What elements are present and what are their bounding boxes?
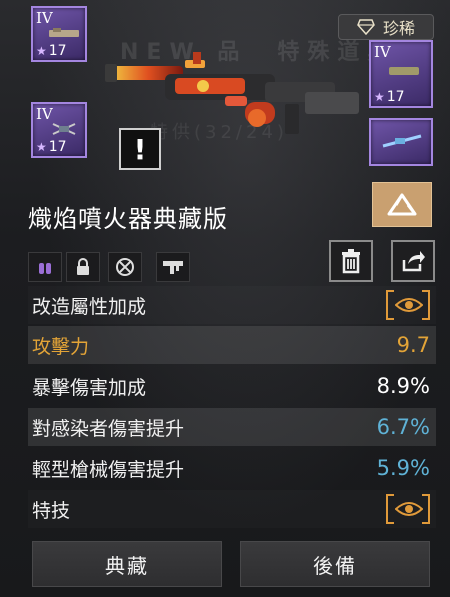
mod-attributes-header: 改造屬性加成	[28, 286, 436, 324]
drive-icon	[387, 193, 417, 215]
weapon-part-slot-3[interactable]: IV ★ 17	[369, 40, 433, 108]
stat-row-infected-damage: 對感染者傷害提升 6.7%	[28, 408, 436, 446]
trash-icon	[342, 249, 360, 274]
eye-icon	[395, 502, 423, 516]
stat-value: 8.9%	[376, 374, 430, 398]
part-level: ★ 17	[374, 89, 405, 105]
ammo-icon	[39, 263, 51, 274]
stat-row-attack: 攻擊力 9.7	[28, 326, 436, 364]
stat-label: 輕型槍械傷害提升	[32, 458, 185, 481]
weapon-part-slot-2[interactable]: IV ★ 17	[31, 102, 87, 158]
stock-part-icon	[389, 67, 419, 75]
star-icon: ★	[374, 90, 385, 104]
stat-value: 5.9%	[376, 456, 430, 480]
magazine-part-icon	[49, 28, 79, 37]
module-ammo[interactable]	[28, 252, 62, 282]
part-level: ★ 17	[36, 43, 67, 59]
reserve-button[interactable]: 後備	[240, 541, 430, 587]
view-skill-button[interactable]	[386, 494, 430, 524]
module-smg[interactable]	[156, 252, 190, 282]
scope-part-icon	[52, 123, 76, 135]
skill-header: 特技	[28, 490, 436, 528]
module-lock[interactable]	[66, 252, 100, 282]
view-attributes-button[interactable]	[386, 290, 430, 320]
part-level: ★ 17	[36, 139, 67, 155]
star-icon: ★	[36, 140, 47, 154]
barrel-part-icon	[382, 134, 422, 148]
delete-button[interactable]	[329, 240, 373, 282]
stat-label: 對感染者傷害提升	[32, 417, 185, 440]
module-no-scope[interactable]	[108, 252, 142, 282]
part-tier: IV	[36, 105, 53, 123]
stat-row-light-gun-damage: 輕型槍械傷害提升 5.9%	[28, 449, 436, 487]
stat-label: 暴擊傷害加成	[32, 376, 147, 399]
mod-attributes-label: 改造屬性加成	[32, 295, 147, 318]
rarity-label: 珍稀	[382, 19, 415, 38]
drive-button[interactable]	[372, 182, 432, 227]
eye-icon	[395, 298, 423, 312]
share-icon	[402, 251, 425, 272]
stat-label: 攻擊力	[32, 335, 90, 358]
skill-label: 特技	[32, 499, 71, 522]
rarity-badge: 珍稀	[338, 14, 434, 40]
weapon-part-slot-1[interactable]: IV ★ 17	[31, 6, 87, 62]
weapon-part-slot-4[interactable]	[369, 118, 433, 166]
stat-value: 9.7	[396, 333, 430, 357]
smg-icon	[163, 261, 183, 274]
diamond-icon	[357, 19, 375, 35]
star-icon: ★	[36, 44, 47, 58]
part-tier: IV	[36, 9, 53, 27]
alert-button[interactable]: !	[119, 128, 161, 170]
lock-icon	[77, 258, 89, 275]
stat-row-crit: 暴擊傷害加成 8.9%	[28, 367, 436, 405]
no-scope-icon	[116, 258, 134, 276]
collect-button[interactable]: 典藏	[32, 541, 222, 587]
stat-value: 6.7%	[376, 415, 430, 439]
part-tier: IV	[374, 43, 391, 61]
weapon-name: 熾焰噴火器典藏版	[28, 205, 228, 233]
share-button[interactable]	[391, 240, 435, 282]
